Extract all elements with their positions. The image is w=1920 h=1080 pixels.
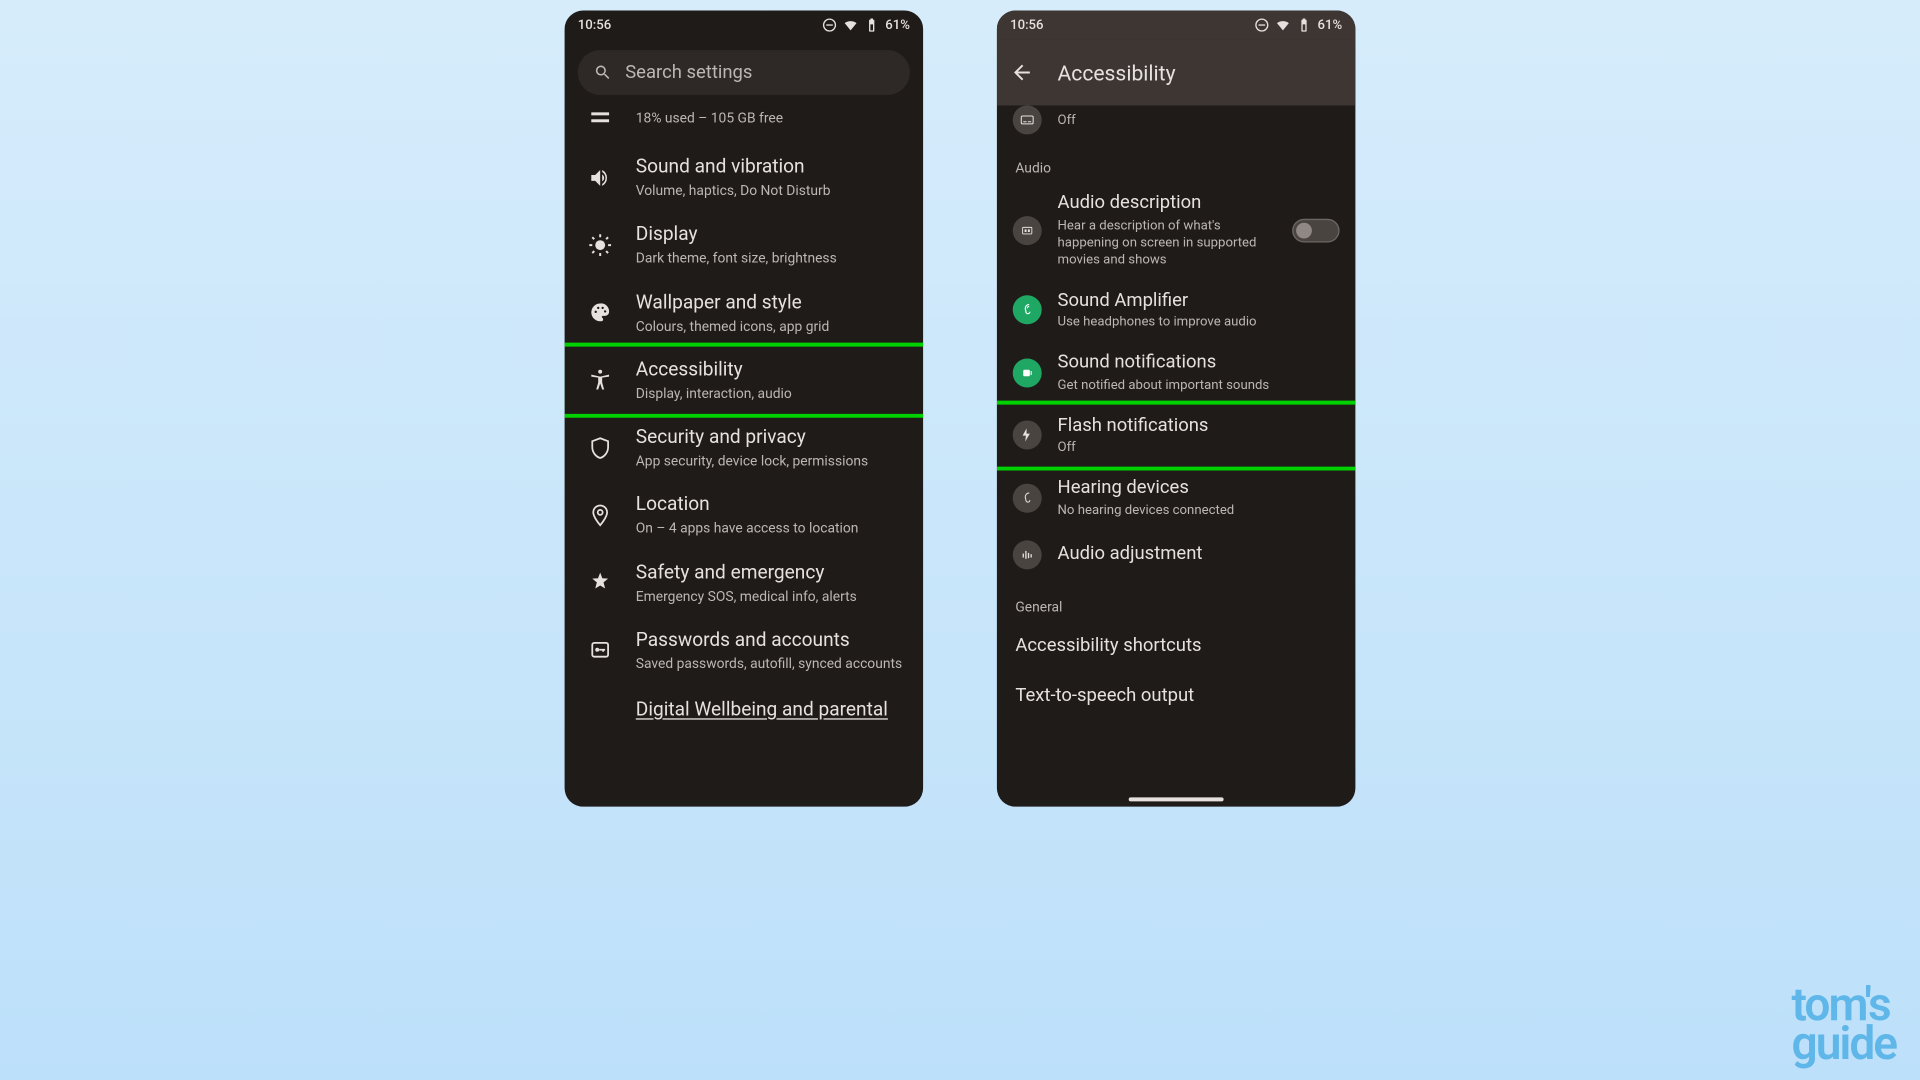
battery-pct: 61%	[885, 18, 910, 32]
status-icons: 61%	[1254, 17, 1342, 33]
settings-item-storage[interactable]: 18% used – 105 GB free	[565, 103, 923, 144]
item-tts-output[interactable]: Text-to-speech output	[997, 670, 1355, 720]
equalizer-icon	[1019, 546, 1035, 562]
toggle-audio-description[interactable]	[1292, 218, 1339, 242]
settings-item-accessibility[interactable]: AccessibilityDisplay, interaction, audio	[565, 346, 923, 414]
status-time: 10:56	[1010, 18, 1043, 32]
item-audio-adjustment[interactable]: Audio adjustment	[997, 529, 1355, 579]
phone-settings: 10:56 61% Search settings 18% used – 105…	[565, 11, 923, 807]
ear-icon	[1019, 302, 1035, 318]
settings-item-sound[interactable]: Sound and vibrationVolume, haptics, Do N…	[565, 144, 923, 212]
status-bar: 10:56 61%	[997, 11, 1355, 40]
search-icon	[594, 63, 612, 81]
dnd-icon	[822, 17, 838, 33]
accessibility-list[interactable]: Caption preferencesOff Audio Audio descr…	[997, 105, 1355, 806]
item-sound-notifications[interactable]: Sound notificationsGet notified about im…	[997, 341, 1355, 404]
settings-item-wellbeing[interactable]: Digital Wellbeing and parental	[565, 684, 923, 725]
display-icon	[588, 233, 612, 257]
item-hearing-devices[interactable]: Hearing devicesNo hearing devices connec…	[997, 467, 1355, 530]
hearing-icon	[1019, 490, 1035, 506]
settings-list[interactable]: 18% used – 105 GB free Sound and vibrati…	[565, 103, 923, 807]
section-audio: Audio	[997, 141, 1355, 182]
item-accessibility-shortcuts[interactable]: Accessibility shortcuts	[997, 620, 1355, 670]
key-icon	[588, 638, 612, 662]
accessibility-icon	[588, 368, 612, 392]
sound-icon	[588, 166, 612, 190]
wifi-icon	[843, 17, 859, 33]
item-caption-preferences[interactable]: Caption preferencesOff	[997, 105, 1355, 141]
sound-notif-icon	[1019, 365, 1035, 381]
watermark-logo: tom's guide	[1792, 986, 1896, 1064]
search-placeholder: Search settings	[625, 62, 752, 83]
wifi-icon	[1275, 17, 1291, 33]
status-time: 10:56	[578, 18, 611, 32]
item-sound-amplifier[interactable]: Sound AmplifierUse headphones to improve…	[997, 279, 1355, 342]
settings-item-safety[interactable]: Safety and emergencyEmergency SOS, medic…	[565, 549, 923, 617]
shield-icon	[588, 436, 612, 460]
palette-icon	[588, 301, 612, 325]
location-icon	[588, 503, 612, 527]
battery-icon	[864, 17, 880, 33]
settings-item-display[interactable]: DisplayDark theme, font size, brightness	[565, 211, 923, 279]
status-icons: 61%	[822, 17, 910, 33]
settings-item-security[interactable]: Security and privacyApp security, device…	[565, 414, 923, 482]
nav-pill[interactable]	[1129, 797, 1224, 801]
section-general: General	[997, 579, 1355, 620]
captions-icon	[1019, 112, 1035, 128]
storage-icon	[588, 105, 612, 129]
search-settings[interactable]: Search settings	[578, 50, 910, 95]
audio-description-icon	[1019, 222, 1035, 238]
phone-accessibility: 10:56 61% Accessibility Caption preferen…	[997, 11, 1355, 807]
settings-item-passwords[interactable]: Passwords and accountsSaved passwords, a…	[565, 616, 923, 684]
item-flash-notifications[interactable]: Flash notificationsOff	[997, 404, 1355, 467]
app-bar: Accessibility	[997, 40, 1355, 106]
status-bar: 10:56 61%	[565, 11, 923, 40]
item-audio-description[interactable]: Audio descriptionHear a description of w…	[997, 182, 1355, 279]
battery-icon	[1296, 17, 1312, 33]
page-title: Accessibility	[1058, 60, 1176, 85]
settings-item-wallpaper[interactable]: Wallpaper and styleColours, themed icons…	[565, 279, 923, 347]
battery-pct: 61%	[1318, 18, 1343, 32]
emergency-icon	[588, 571, 612, 595]
settings-item-location[interactable]: LocationOn – 4 apps have access to locat…	[565, 481, 923, 549]
dnd-icon	[1254, 17, 1270, 33]
back-icon[interactable]	[1010, 61, 1034, 85]
flash-icon	[1019, 427, 1035, 443]
